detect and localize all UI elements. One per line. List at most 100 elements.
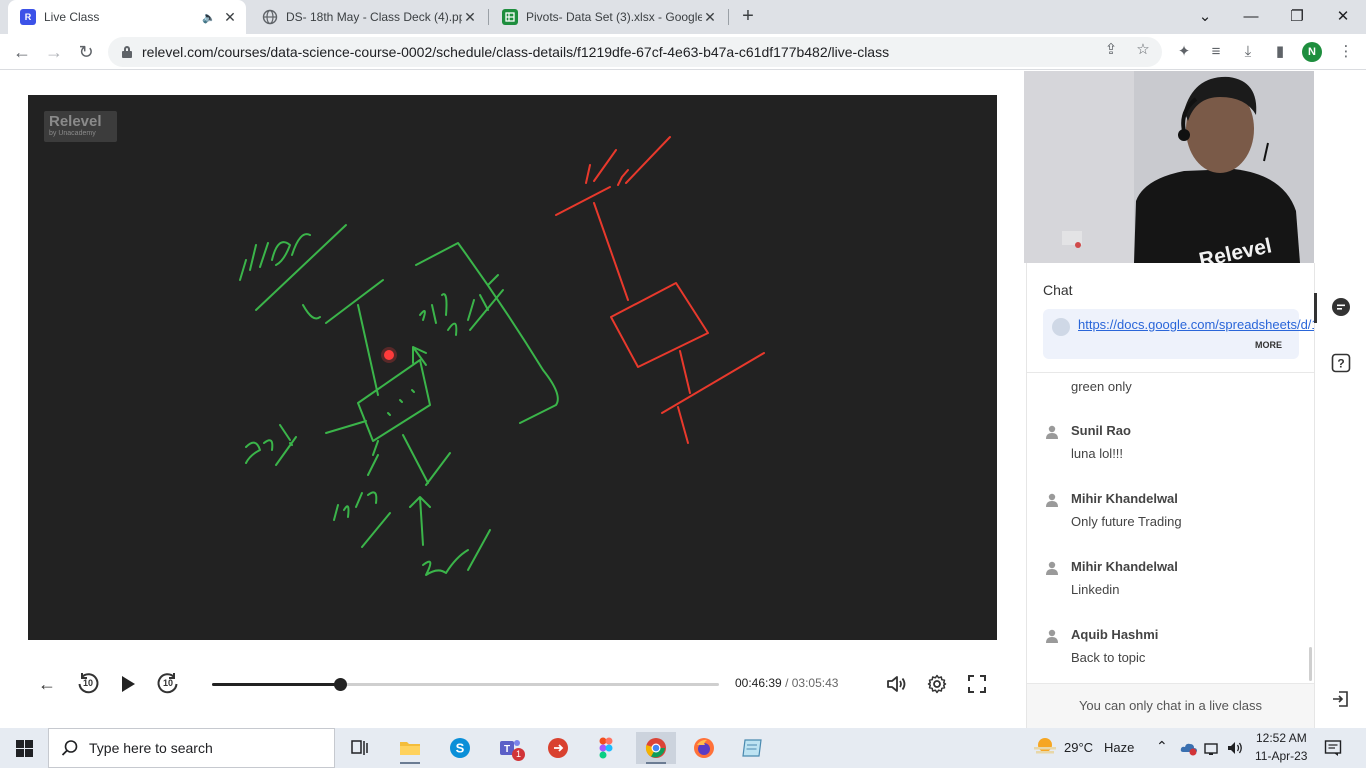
tab-live-class[interactable]: R Live Class 🔈 ✕: [8, 0, 246, 34]
bookmark-star-icon[interactable]: ☆: [1134, 41, 1152, 59]
weather-temperature[interactable]: 29°C: [1064, 740, 1093, 755]
play-button[interactable]: [115, 671, 141, 697]
back-arrow-icon[interactable]: ←: [10, 40, 34, 64]
chat-scrollbar[interactable]: [1309, 647, 1312, 681]
network-icon[interactable]: [1204, 740, 1220, 756]
notification-badge: 1: [512, 748, 525, 761]
more-button[interactable]: MORE: [1255, 340, 1282, 350]
close-tab-icon[interactable]: ✕: [462, 9, 478, 25]
forward-arrow-icon[interactable]: →: [42, 40, 66, 64]
time-display: 00:46:39 / 03:05:43: [735, 676, 838, 690]
tab-class-deck[interactable]: DS- 18th May - Class Deck (4).pp ✕: [250, 0, 486, 34]
taskbar-search-box[interactable]: Type here to search: [48, 728, 335, 768]
current-time: 00:46:39: [735, 676, 782, 690]
start-button[interactable]: [0, 728, 48, 768]
figma-button[interactable]: [586, 732, 626, 764]
fullscreen-icon: [968, 675, 986, 693]
extensions-puzzle-icon[interactable]: ✦: [1174, 42, 1194, 62]
instructor-video-frame: Relevel: [1024, 71, 1314, 263]
firefox-icon: [694, 738, 714, 758]
teams-button[interactable]: T 1: [490, 732, 530, 764]
chrome-icon: [645, 738, 666, 758]
chat-bubble-icon[interactable]: [1331, 297, 1351, 317]
minimize-button[interactable]: —: [1228, 0, 1274, 32]
user-icon: [1046, 425, 1058, 439]
share-icon[interactable]: ⇪: [1102, 41, 1120, 59]
profile-avatar[interactable]: N: [1302, 42, 1322, 62]
user-avatar: [1052, 318, 1070, 336]
play-icon: [122, 676, 135, 692]
notes-icon: [742, 739, 762, 757]
remote-desktop-icon: [548, 738, 568, 758]
close-window-button[interactable]: ✕: [1320, 0, 1366, 32]
forward-10-button[interactable]: 10: [155, 671, 181, 697]
seek-bar[interactable]: [212, 678, 719, 691]
haze-weather-icon[interactable]: [1032, 735, 1058, 759]
pinned-link[interactable]: https://docs.google.com/spreadsheets/d/1…: [1078, 316, 1366, 334]
downloads-icon[interactable]: ⤓: [1238, 42, 1258, 62]
chat-divider: [1027, 372, 1314, 373]
chat-title: Chat: [1043, 282, 1073, 298]
volume-speaker-icon[interactable]: [1226, 739, 1244, 757]
skype-button[interactable]: S: [440, 732, 480, 764]
tab-separator: [488, 9, 489, 25]
chrome-button[interactable]: [636, 732, 676, 764]
skype-icon: S: [450, 738, 470, 758]
search-icon: [61, 740, 78, 756]
settings-button[interactable]: [924, 671, 950, 697]
clock-time[interactable]: 12:52 AM: [1256, 731, 1307, 745]
tab-search-icon[interactable]: ⌄: [1182, 0, 1228, 32]
browser-menu-icon[interactable]: ⋮: [1336, 42, 1356, 62]
browser-toolbar: ← → ↻ relevel.com/courses/data-science-c…: [0, 34, 1366, 70]
running-indicator: [400, 762, 420, 764]
windows-taskbar: Type here to search S T 1 29°C Haze ⌃ 12…: [0, 728, 1366, 768]
running-indicator: [646, 762, 666, 764]
close-tab-icon[interactable]: ✕: [222, 9, 238, 25]
chat-disabled-notice: You can only chat in a live class: [1078, 698, 1263, 713]
task-view-button[interactable]: [340, 732, 380, 764]
folder-icon: [400, 742, 420, 755]
reload-icon[interactable]: ↻: [74, 40, 98, 64]
rewind-10-button[interactable]: 10: [75, 671, 101, 697]
notes-app-button[interactable]: [732, 732, 772, 764]
tray-chevron-up-icon[interactable]: ⌃: [1156, 738, 1168, 755]
remote-desktop-button[interactable]: [538, 732, 578, 764]
address-bar[interactable]: relevel.com/courses/data-science-course-…: [108, 37, 1162, 67]
close-tab-icon[interactable]: ✕: [702, 9, 718, 25]
tab-strip: R Live Class 🔈 ✕ DS- 18th May - Class De…: [0, 0, 1366, 34]
figma-icon: [599, 737, 613, 759]
instructor-webcam: Relevel: [1024, 71, 1314, 263]
new-tab-button[interactable]: +: [736, 5, 760, 29]
tab-pivots-sheet[interactable]: Pivots- Data Set (3).xlsx - Google ✕: [490, 0, 726, 34]
video-player[interactable]: Relevel by Unacademy: [28, 95, 997, 640]
back-arrow-icon[interactable]: ←: [34, 671, 60, 697]
chat-panel: Chat https://docs.google.com/spreadsheet…: [1026, 263, 1366, 728]
file-explorer-button[interactable]: [390, 732, 430, 764]
side-panel-icon[interactable]: ▮: [1270, 42, 1290, 62]
seek-handle[interactable]: [334, 678, 348, 691]
help-question-icon[interactable]: ?: [1331, 353, 1351, 373]
user-icon: [1046, 629, 1058, 643]
clock-date[interactable]: 11-Apr-23: [1255, 749, 1307, 763]
onedrive-icon[interactable]: [1180, 740, 1198, 756]
media-control-icon[interactable]: ≡: [1206, 42, 1226, 62]
tab-separator: [728, 9, 729, 25]
weather-description[interactable]: Haze: [1104, 740, 1134, 755]
side-rail: ?: [1314, 263, 1366, 728]
notifications-icon[interactable]: [1324, 739, 1342, 757]
total-time: 03:05:43: [791, 676, 839, 690]
restore-button[interactable]: ❐: [1274, 0, 1320, 32]
message-text: Linkedin: [1071, 582, 1120, 597]
firefox-button[interactable]: [684, 732, 724, 764]
message-text: luna lol!!!: [1071, 446, 1124, 461]
fullscreen-button[interactable]: [964, 671, 990, 697]
tab-title: Live Class: [44, 10, 100, 24]
relevel-favicon-icon: R: [20, 9, 36, 25]
tab-audio-icon[interactable]: 🔈: [202, 11, 216, 24]
exit-class-icon[interactable]: [1331, 689, 1351, 709]
time-separator: /: [785, 676, 789, 690]
lock-icon[interactable]: [122, 46, 132, 58]
seek-bar-played: [212, 683, 341, 686]
message-author: Mihir Khandelwal: [1071, 491, 1178, 506]
volume-button[interactable]: [884, 671, 910, 697]
